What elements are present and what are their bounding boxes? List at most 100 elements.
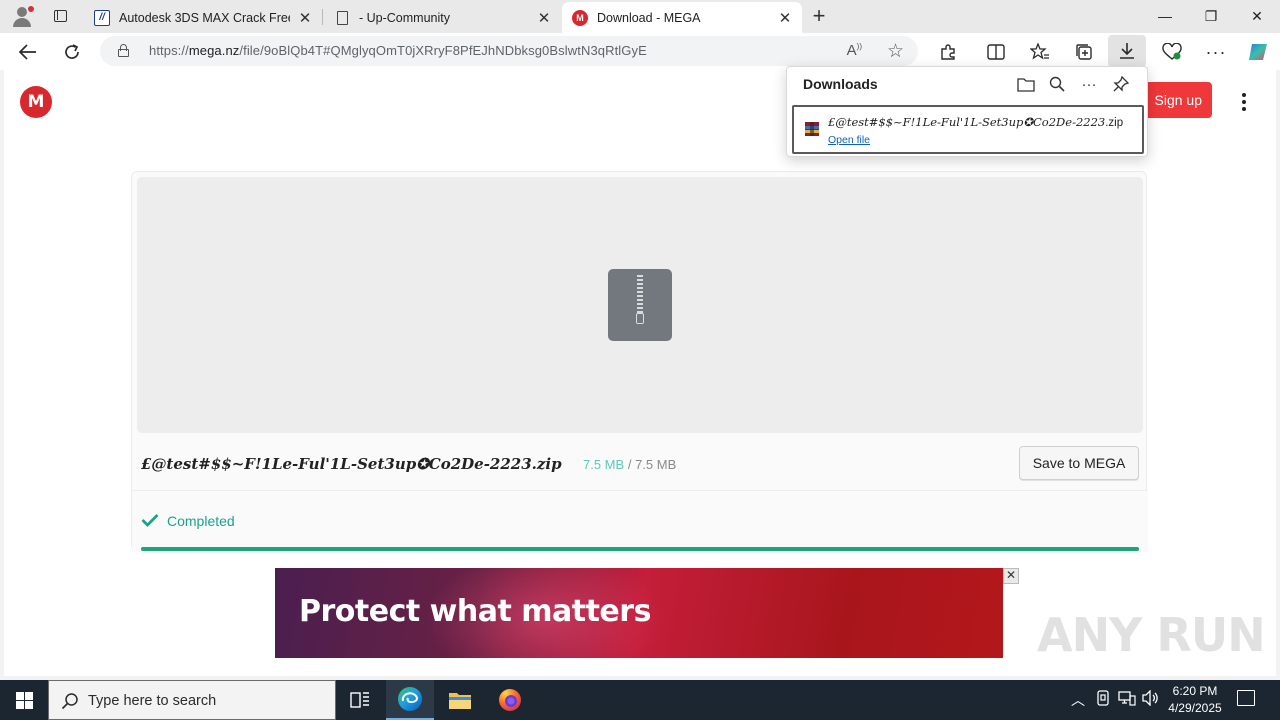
- system-clock[interactable]: 6:20 PM 4/29/2025: [1160, 683, 1230, 717]
- volume-icon[interactable]: [1142, 689, 1160, 709]
- page-icon: [334, 10, 350, 26]
- copilot-icon: [1249, 44, 1267, 60]
- task-view-button[interactable]: [336, 680, 384, 720]
- download-file-name: £@test#$$~F!1Le-Ful'1L-Set3up✪Co2De-2223…: [828, 115, 1124, 129]
- lock-icon[interactable]: [118, 44, 129, 57]
- file-info-row: £@test#$$~F!1Le-Ful'1L-Set3up✪Co2De-2223…: [132, 440, 1148, 490]
- save-to-mega-button[interactable]: Save to MEGA: [1019, 446, 1139, 480]
- windows-taskbar: Type here to search ︿ 6:20 PM 4/29/2025: [0, 680, 1280, 720]
- firefox-icon: [499, 689, 521, 711]
- folder-icon: [449, 693, 471, 709]
- split-screen-button[interactable]: [982, 38, 1010, 66]
- browser-essentials-button[interactable]: [1158, 38, 1186, 66]
- tab-strip: // Autodesk 3DS MAX Crack Free D… ✕ - Up…: [0, 0, 1280, 33]
- ad-close-button[interactable]: ✕: [1003, 568, 1019, 584]
- more-dots-icon: ···: [1205, 41, 1227, 62]
- clock-time: 6:20 PM: [1172, 684, 1218, 698]
- new-tab-button[interactable]: +: [808, 3, 830, 28]
- taskbar-search[interactable]: Type here to search: [48, 680, 336, 720]
- favorite-star-icon[interactable]: ☆: [887, 40, 904, 63]
- restore-button[interactable]: ❐: [1188, 0, 1234, 32]
- refresh-button[interactable]: [58, 38, 86, 66]
- archive-file-icon: [805, 122, 819, 136]
- heart-pulse-icon: [1162, 43, 1182, 60]
- tray-chevron-icon[interactable]: ︿: [1071, 690, 1085, 710]
- tab-title: Download - MEGA: [597, 10, 701, 25]
- mega-logo[interactable]: M: [20, 86, 52, 118]
- open-folder-icon[interactable]: [1015, 73, 1037, 95]
- file-card: £@test#$$~F!1Le-Ful'1L-Set3up✪Co2De-2223…: [131, 171, 1148, 552]
- ad-banner[interactable]: Protect what matters: [275, 568, 1003, 658]
- url-text[interactable]: https://mega.nz/file/9oBlQb4T#QMglyqOmT0…: [149, 43, 647, 58]
- task-view-icon: [350, 692, 369, 708]
- status-text: Completed: [167, 513, 235, 529]
- ad-headline: Protect what matters: [299, 594, 651, 629]
- downloads-title: Downloads: [803, 76, 878, 92]
- open-file-link[interactable]: Open file: [828, 134, 870, 146]
- search-icon: [61, 693, 78, 710]
- checkmark-icon: [141, 514, 159, 527]
- file-explorer-button[interactable]: [436, 680, 484, 720]
- file-preview: [137, 177, 1143, 433]
- favorites-list-icon: [1030, 43, 1049, 60]
- address-bar[interactable]: https://mega.nz/file/9oBlQb4T#QMglyqOmT0…: [100, 36, 918, 66]
- tab-close-icon[interactable]: ✕: [535, 9, 553, 27]
- collections-icon: [1076, 44, 1092, 60]
- notification-center-icon[interactable]: [1237, 690, 1255, 706]
- windows-logo-icon: [15, 691, 33, 709]
- file-name: £@test#$$~F!1Le-Ful'1L-Set3up✪Co2De-2223…: [141, 455, 562, 473]
- puzzle-icon: [941, 44, 955, 60]
- copilot-button[interactable]: [1244, 38, 1272, 66]
- start-button[interactable]: [0, 680, 48, 720]
- tab-up-community[interactable]: - Up-Community ✕: [324, 2, 561, 33]
- menu-kebab-icon[interactable]: [1236, 90, 1252, 114]
- tab-actions-icon[interactable]: [48, 6, 72, 26]
- anyrun-watermark: ANY RUN: [1037, 608, 1266, 662]
- downloads-panel: Downloads ··· £@test#$$~F!1Le-Ful'1L-Set…: [786, 66, 1148, 157]
- file-size: 7.5 MB / 7.5 MB: [583, 457, 676, 472]
- tab-close-icon[interactable]: ✕: [776, 9, 794, 27]
- 3ds-max-favicon-icon: //: [94, 9, 110, 26]
- size-separator: /: [627, 457, 632, 472]
- tab-close-icon[interactable]: ✕: [296, 9, 314, 27]
- collections-button[interactable]: [1070, 38, 1098, 66]
- progress-fill: [141, 547, 1139, 551]
- tab-title: Autodesk 3DS MAX Crack Free D…: [119, 10, 290, 25]
- tab-separator: [322, 9, 323, 25]
- downloads-button[interactable]: [1108, 35, 1146, 67]
- download-icon: [1120, 43, 1134, 59]
- mega-favicon-icon: M: [572, 9, 588, 26]
- window-close-button[interactable]: ✕: [1234, 0, 1280, 32]
- more-options-icon[interactable]: ···: [1078, 73, 1100, 95]
- edge-taskbar-button[interactable]: [386, 680, 434, 720]
- tray-device-icon[interactable]: [1096, 690, 1110, 709]
- search-downloads-icon[interactable]: [1046, 73, 1068, 95]
- search-placeholder: Type here to search: [88, 693, 217, 709]
- split-screen-icon: [987, 44, 1005, 60]
- tab-3dsmax[interactable]: // Autodesk 3DS MAX Crack Free D… ✕: [84, 2, 322, 33]
- tab-mega-download[interactable]: M Download - MEGA ✕: [562, 2, 802, 33]
- read-aloud-icon[interactable]: A)): [847, 42, 862, 59]
- tab-title: - Up-Community: [359, 10, 450, 25]
- refresh-icon: [65, 44, 79, 59]
- back-button[interactable]: [14, 38, 42, 66]
- download-status-row: Completed: [132, 490, 1148, 552]
- download-item[interactable]: £@test#$$~F!1Le-Ful'1L-Set3up✪Co2De-2223…: [792, 105, 1144, 154]
- clock-date: 4/29/2025: [1168, 701, 1222, 715]
- settings-more-button[interactable]: ···: [1202, 38, 1230, 66]
- back-arrow-icon: [19, 44, 36, 60]
- downloaded-size: 7.5 MB: [583, 457, 625, 472]
- minimize-button[interactable]: —: [1142, 0, 1188, 32]
- zip-file-icon: [608, 269, 672, 341]
- browser-toolbar: https://mega.nz/file/9oBlQb4T#QMglyqOmT0…: [0, 33, 1280, 70]
- progress-bar: [141, 547, 1139, 551]
- edge-browser-icon: [398, 687, 422, 711]
- page-viewport: M Sign up £@test#$$~F!1Le-Ful'1L-Set3up✪…: [4, 70, 1276, 676]
- favorites-button[interactable]: [1026, 38, 1054, 66]
- total-size: 7.5 MB: [635, 457, 677, 472]
- firefox-button[interactable]: [486, 680, 534, 720]
- network-icon[interactable]: [1118, 690, 1136, 709]
- pin-icon[interactable]: [1110, 73, 1132, 95]
- extensions-button[interactable]: [934, 38, 962, 66]
- profile-avatar-icon[interactable]: [8, 4, 36, 28]
